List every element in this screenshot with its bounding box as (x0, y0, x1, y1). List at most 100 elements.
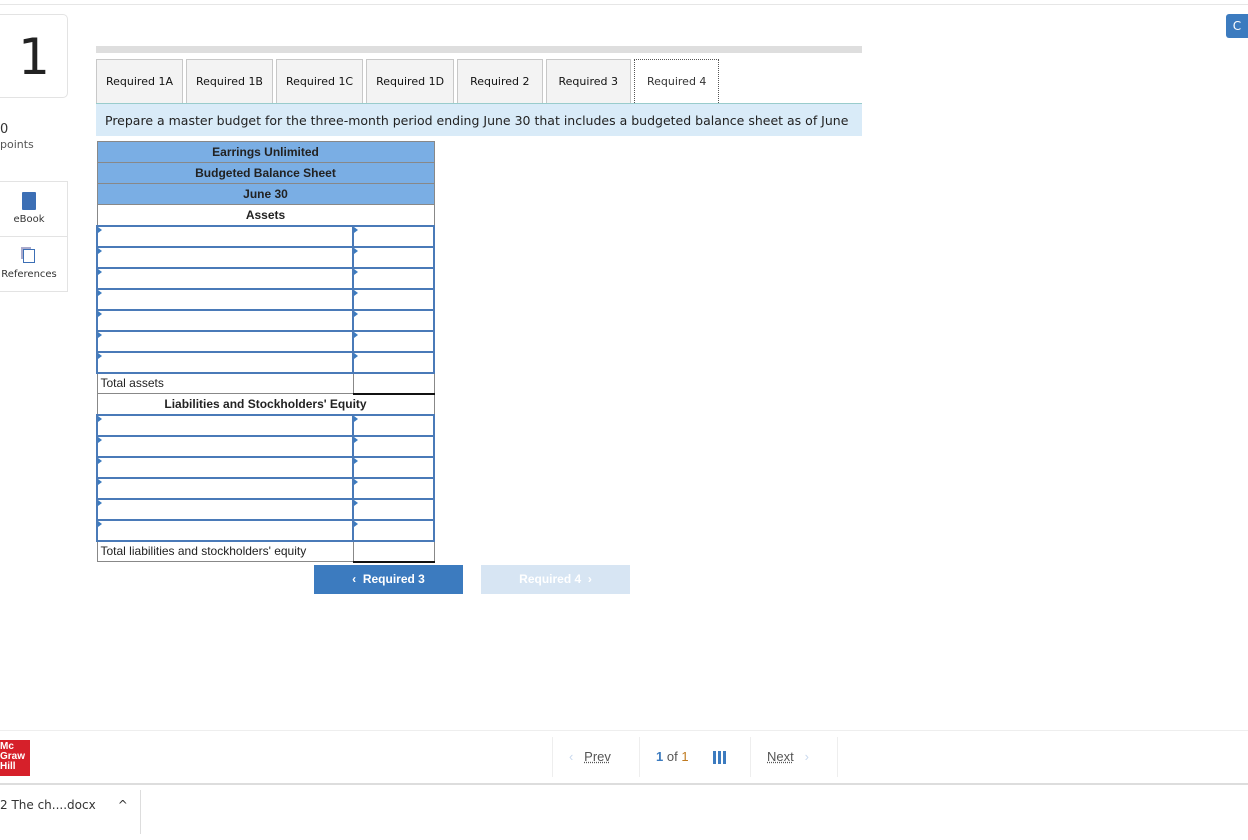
grid-icon[interactable] (713, 751, 726, 764)
liability-label-input[interactable] (96, 455, 354, 479)
asset-row (96, 287, 435, 311)
page-current: 1 (656, 749, 664, 764)
references-button[interactable]: References (0, 236, 68, 292)
asset-amount-field[interactable] (354, 353, 433, 371)
asset-amount-input[interactable] (352, 287, 435, 311)
liability-amount-input[interactable] (352, 476, 435, 500)
liability-row (96, 455, 435, 479)
tab-required-2[interactable]: Required 2 (457, 59, 543, 103)
prev-button[interactable]: ‹ Prev (552, 737, 640, 777)
footer-nav: ‹ Prev 1 of 1 Next › (0, 730, 1248, 784)
liability-row (96, 518, 435, 542)
corner-button[interactable]: C (1226, 14, 1248, 38)
references-label: References (1, 269, 57, 280)
liability-label-field[interactable] (98, 437, 352, 455)
liability-row (96, 497, 435, 521)
asset-amount-input[interactable] (352, 329, 435, 353)
sheet-date: June 30 (96, 183, 435, 205)
liability-label-field[interactable] (98, 458, 352, 476)
asset-amount-input[interactable] (352, 224, 435, 248)
asset-label-field[interactable] (98, 269, 352, 287)
liability-label-input[interactable] (96, 497, 354, 521)
download-name: 2 The ch....docx (0, 798, 96, 812)
asset-amount-field[interactable] (354, 269, 433, 287)
asset-label-input[interactable] (96, 329, 354, 353)
liability-label-input[interactable] (96, 476, 354, 500)
tab-bar-top (96, 46, 862, 53)
assets-heading: Assets (96, 204, 435, 226)
tab-required-1b[interactable]: Required 1B (185, 59, 273, 103)
asset-label-field[interactable] (98, 353, 352, 371)
asset-label-input[interactable] (96, 308, 354, 332)
asset-amount-input[interactable] (352, 308, 435, 332)
tab-required-1c[interactable]: Required 1C (275, 59, 364, 103)
liability-label-field[interactable] (98, 416, 352, 434)
tab-required-4[interactable]: Required 4 (633, 59, 720, 103)
asset-row (96, 329, 435, 353)
asset-amount-input[interactable] (352, 245, 435, 269)
asset-label-input[interactable] (96, 224, 354, 248)
asset-amount-field[interactable] (354, 332, 433, 350)
chevron-up-icon[interactable]: ^ (118, 798, 128, 812)
asset-label-field[interactable] (98, 248, 352, 266)
liability-amount-field[interactable] (354, 458, 433, 476)
liability-amount-input[interactable] (352, 518, 435, 542)
mcgraw-hill-logo: Mc Graw Hill (0, 740, 30, 776)
liability-label-field[interactable] (98, 479, 352, 497)
liability-amount-field[interactable] (354, 521, 433, 539)
liability-amount-input[interactable] (352, 497, 435, 521)
asset-amount-field[interactable] (354, 248, 433, 266)
asset-amount-input[interactable] (352, 266, 435, 290)
liabilities-heading: Liabilities and Stockholders' Equity (96, 393, 435, 415)
tab-required-1a[interactable]: Required 1A (96, 59, 183, 103)
company-name: Earrings Unlimited (96, 141, 435, 163)
asset-label-input[interactable] (96, 266, 354, 290)
points: 0 points (0, 122, 34, 152)
asset-label-input[interactable] (96, 287, 354, 311)
prev-label: Prev (584, 749, 611, 764)
asset-amount-input[interactable] (352, 350, 435, 374)
asset-label-field[interactable] (98, 227, 352, 245)
liability-row (96, 413, 435, 437)
asset-label-field[interactable] (98, 311, 352, 329)
page-of: of (666, 749, 678, 764)
asset-label-input[interactable] (96, 350, 354, 374)
liability-amount-field[interactable] (354, 437, 433, 455)
asset-label-input[interactable] (96, 245, 354, 269)
prev-required-button[interactable]: ‹ Required 3 (314, 565, 463, 594)
next-button[interactable]: Next › (750, 737, 838, 777)
asset-amount-field[interactable] (354, 290, 433, 308)
tab-required-1d[interactable]: Required 1D (366, 59, 455, 103)
tab-required-3[interactable]: Required 3 (545, 59, 631, 103)
liability-amount-field[interactable] (354, 500, 433, 518)
asset-label-field[interactable] (98, 290, 352, 308)
download-bar (0, 784, 1248, 840)
page-total: 1 (681, 749, 689, 764)
next-required-button[interactable]: Required 4 › (481, 565, 630, 594)
chevron-right-icon: › (793, 749, 809, 764)
liability-amount-input[interactable] (352, 413, 435, 437)
liability-label-input[interactable] (96, 518, 354, 542)
liability-amount-field[interactable] (354, 416, 433, 434)
liability-label-input[interactable] (96, 434, 354, 458)
tabs: Required 1A Required 1B Required 1C Requ… (96, 59, 720, 103)
next-required-label: Required 4 (519, 572, 582, 586)
asset-label-field[interactable] (98, 332, 352, 350)
ebook-button[interactable]: eBook (0, 181, 68, 237)
liability-label-field[interactable] (98, 521, 352, 539)
liability-label-input[interactable] (96, 413, 354, 437)
asset-row (96, 350, 435, 374)
next-label: Next (767, 749, 794, 764)
download-item[interactable]: 2 The ch....docx ^ (0, 798, 128, 812)
asset-amount-field[interactable] (354, 227, 433, 245)
liability-amount-input[interactable] (352, 455, 435, 479)
asset-row (96, 308, 435, 332)
total-assets-label: Total assets (96, 372, 354, 394)
liability-amount-input[interactable] (352, 434, 435, 458)
question-number: 1 (0, 14, 68, 98)
book-icon (22, 192, 36, 210)
balance-sheet-table: Earrings Unlimited Budgeted Balance Shee… (96, 141, 435, 563)
liability-label-field[interactable] (98, 500, 352, 518)
asset-amount-field[interactable] (354, 311, 433, 329)
liability-amount-field[interactable] (354, 479, 433, 497)
